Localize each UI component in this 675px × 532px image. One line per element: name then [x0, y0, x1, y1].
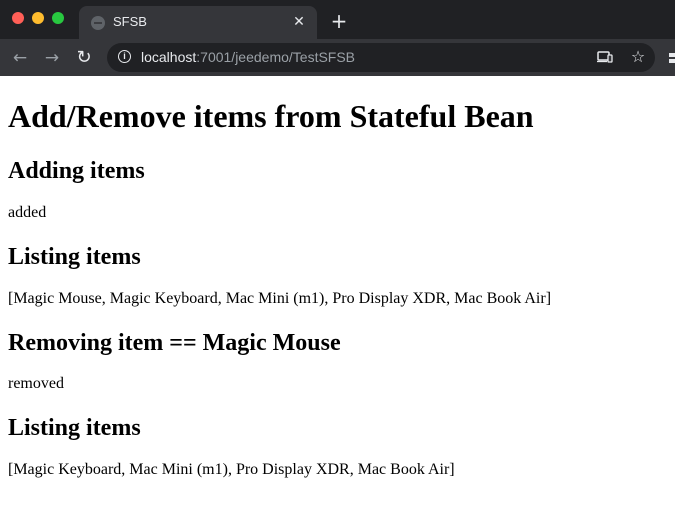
page-title: Add/Remove items from Stateful Bean — [8, 98, 534, 134]
address-url[interactable]: localhost:7001/jeedemo/TestSFSB — [141, 49, 355, 66]
section-heading-listing-after: Listing items — [8, 415, 141, 441]
tab-sfsb[interactable]: SFSB ✕ — [79, 6, 317, 39]
section-heading-adding: Adding items — [8, 158, 145, 184]
forward-arrow-icon[interactable]: → — [41, 47, 63, 69]
back-arrow-icon[interactable]: ← — [9, 47, 31, 69]
browser-toolbar: ← → ↻ i localhost:7001/jeedemo/TestSFSB … — [0, 39, 675, 76]
info-icon[interactable]: i — [118, 50, 131, 63]
globe-icon — [91, 16, 105, 30]
window-minimize-button[interactable] — [32, 12, 44, 24]
window-close-button[interactable] — [12, 12, 24, 24]
address-bar[interactable]: i localhost:7001/jeedemo/TestSFSB ☆ — [107, 43, 655, 72]
reload-icon[interactable]: ↻ — [73, 47, 95, 69]
section-heading-listing: Listing items — [8, 244, 141, 270]
tab-close-icon[interactable]: ✕ — [289, 12, 309, 32]
section-heading-removing: Removing item == Magic Mouse — [8, 330, 341, 356]
cast-icon[interactable] — [597, 51, 613, 63]
section-text-listing-after: [Magic Keyboard, Mac Mini (m1), Pro Disp… — [8, 461, 455, 478]
browser-window: SFSB ✕ + ← → ↻ i localhost:7001/jeedemo/… — [0, 0, 675, 532]
tab-title: SFSB — [113, 14, 147, 29]
extensions-icon[interactable] — [669, 53, 675, 63]
page-content: Add/Remove items from Stateful Bean Addi… — [0, 76, 675, 532]
url-host: localhost — [141, 49, 197, 65]
section-text-removing: removed — [8, 375, 64, 392]
url-path: :7001/jeedemo/TestSFSB — [196, 49, 356, 65]
section-text-listing: [Magic Mouse, Magic Keyboard, Mac Mini (… — [8, 290, 552, 307]
tab-strip: SFSB ✕ + — [0, 0, 675, 39]
window-zoom-button[interactable] — [52, 12, 64, 24]
new-tab-button[interactable]: + — [328, 10, 350, 32]
star-icon[interactable]: ☆ — [629, 48, 647, 66]
section-text-adding: added — [8, 204, 47, 221]
